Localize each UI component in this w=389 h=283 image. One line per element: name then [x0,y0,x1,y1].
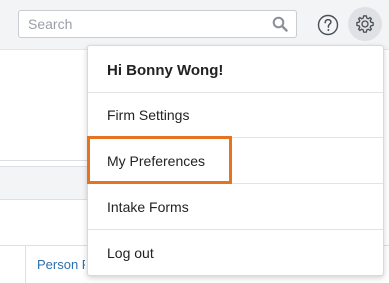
menu-greeting: Hi Bonny Wong! [107,62,224,79]
background-column-separator [25,245,26,283]
background-band [0,166,100,200]
menu-item-label: My Preferences [107,153,206,169]
background-column-label[interactable]: Person Re [37,257,85,272]
user-menu-dropdown: Hi Bonny Wong! Firm Settings My Preferen… [87,45,384,276]
top-bar [0,0,389,50]
help-icon[interactable] [317,14,339,36]
menu-item-intake-forms[interactable]: Intake Forms [88,184,383,230]
app-window: Person Re Hi Bonny Wong! Firm Settings M… [0,0,389,283]
menu-item-firm-settings[interactable]: Firm Settings [88,92,383,138]
menu-greeting-header: Hi Bonny Wong! [88,46,383,93]
menu-item-my-preferences[interactable]: My Preferences [88,138,383,184]
search-icon[interactable] [272,16,288,32]
menu-item-label: Log out [107,245,154,261]
background-divider [0,160,100,161]
menu-item-log-out[interactable]: Log out [88,230,383,276]
settings-button[interactable] [348,7,382,41]
menu-item-label: Firm Settings [107,107,190,123]
gear-icon [356,15,374,33]
search-input[interactable] [19,11,259,37]
search-box[interactable] [18,10,297,38]
menu-item-label: Intake Forms [107,199,189,215]
